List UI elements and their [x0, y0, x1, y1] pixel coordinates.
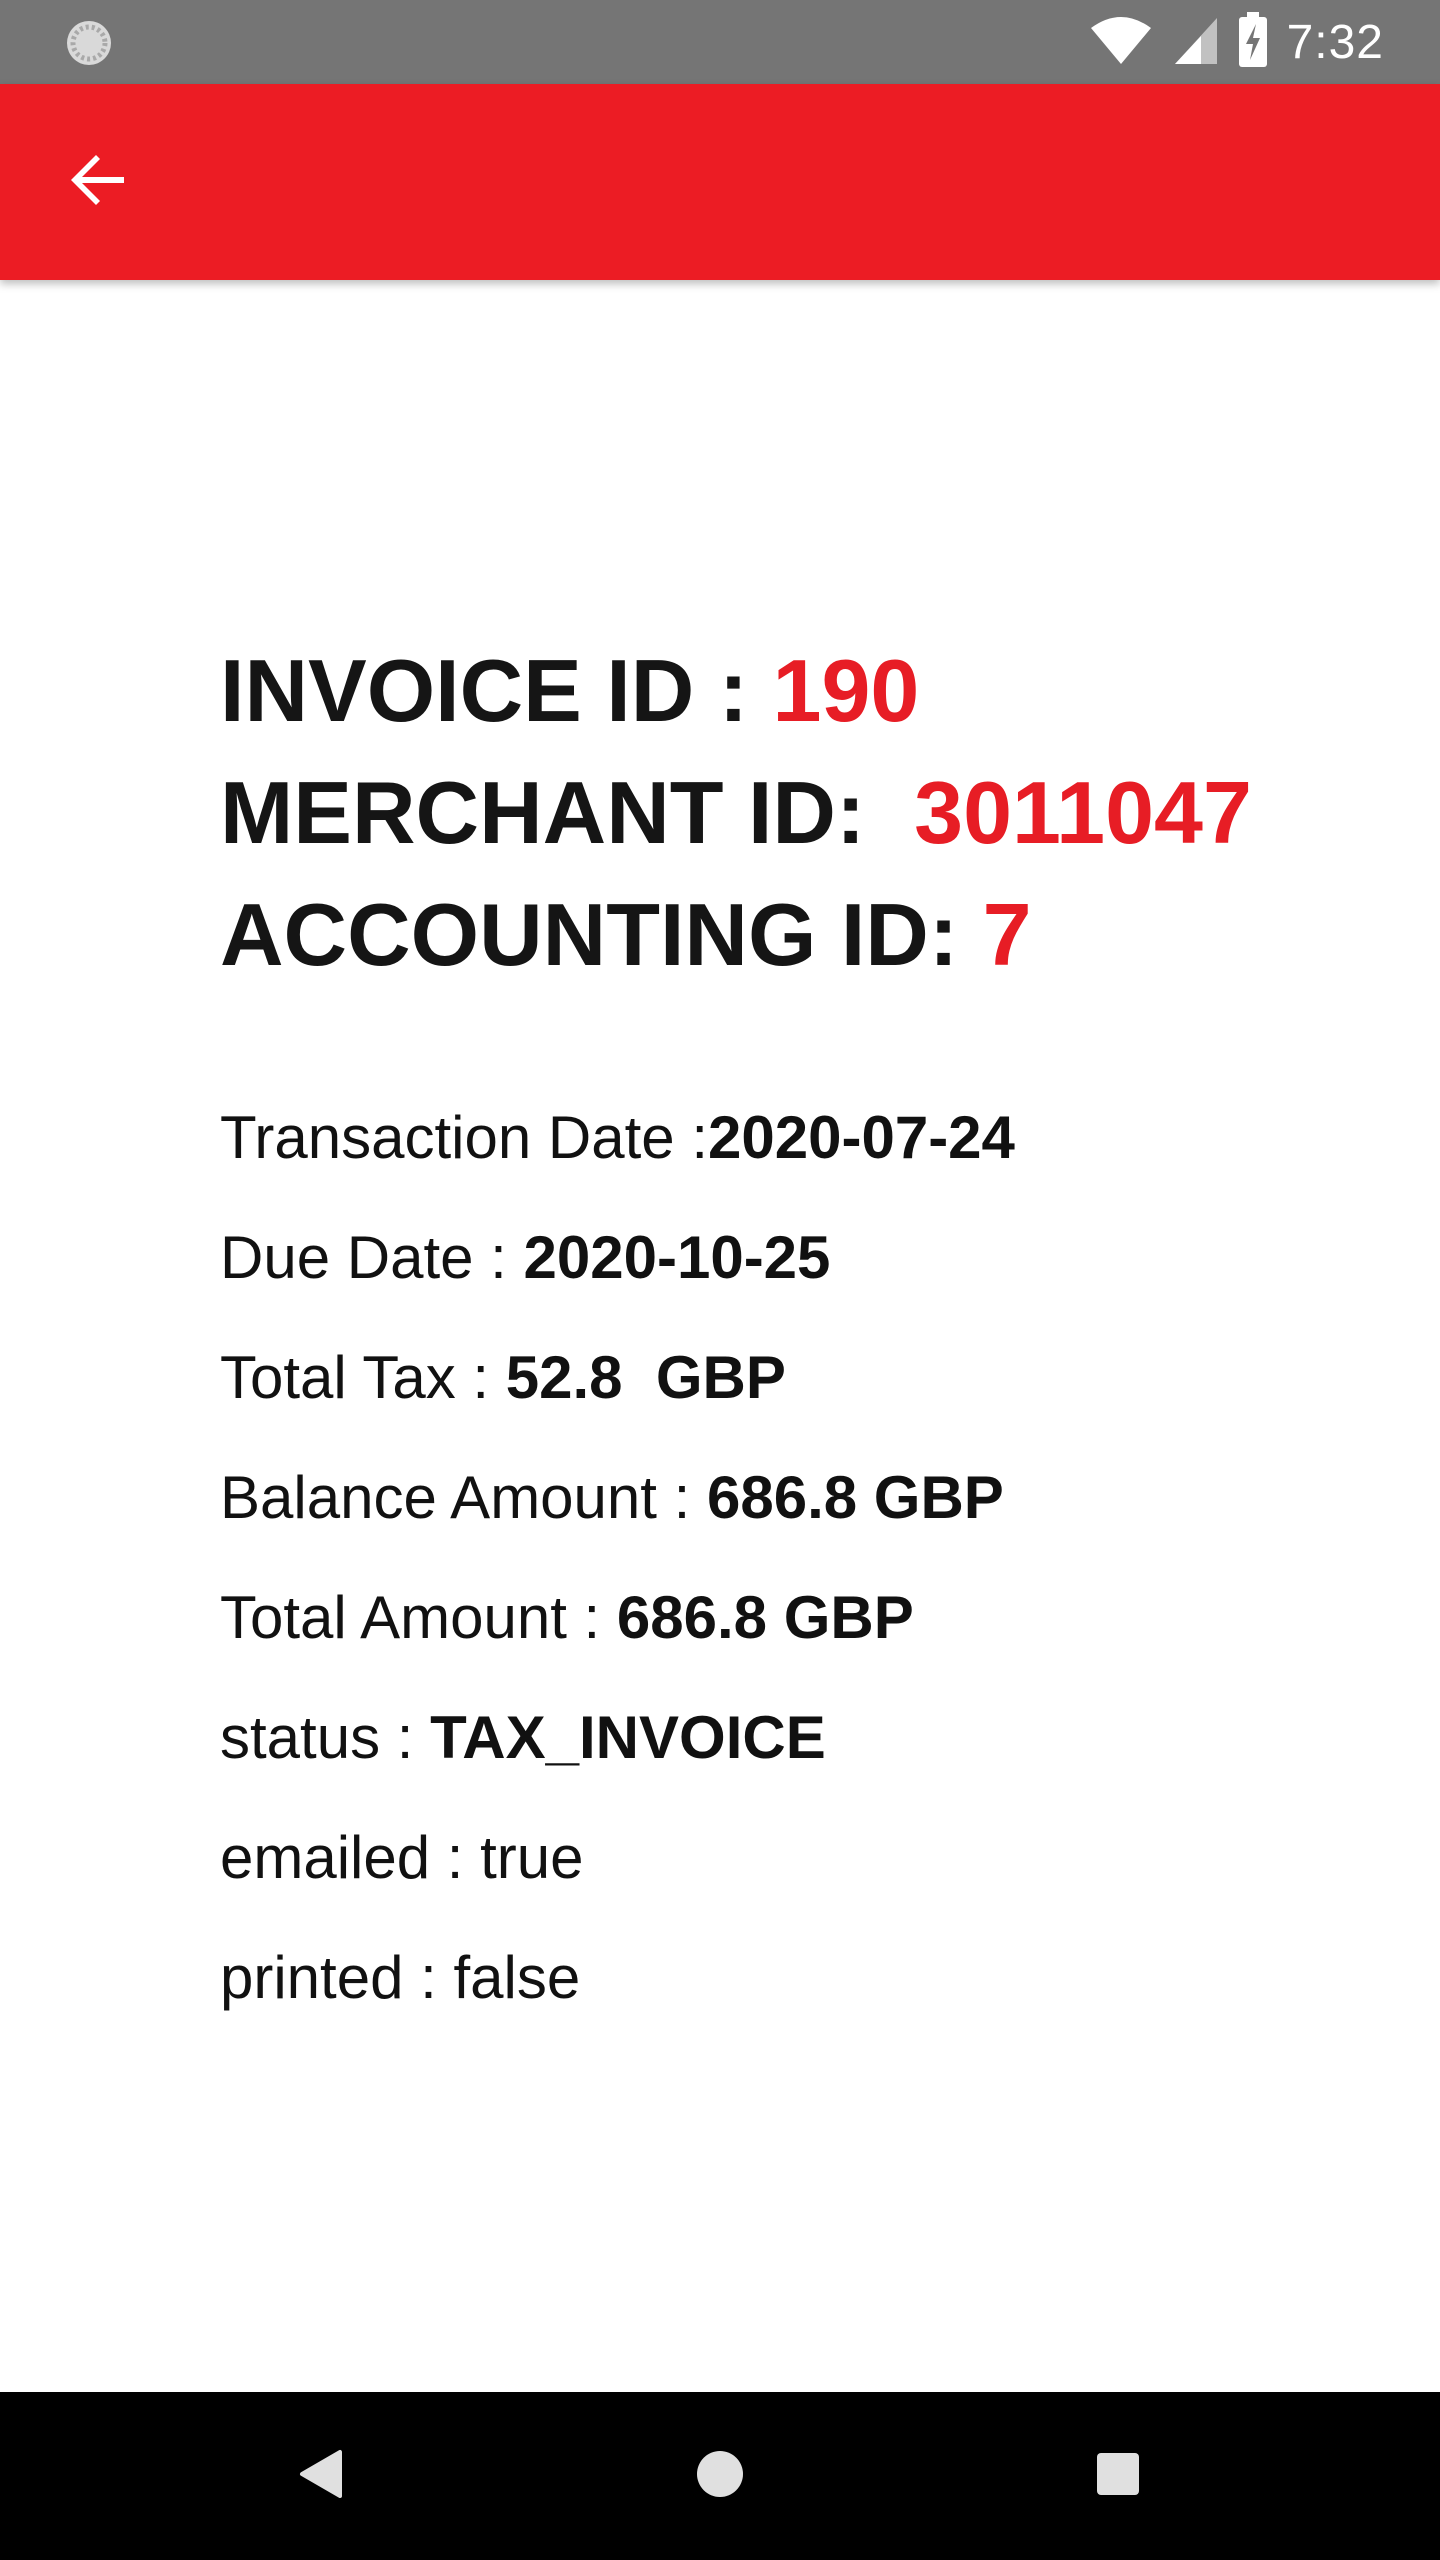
- accounting-id-value: 7: [982, 885, 1032, 984]
- nav-recents-button[interactable]: [1078, 2436, 1158, 2516]
- app-bar: [0, 84, 1440, 280]
- status-icons: 7:32: [1089, 11, 1384, 73]
- total-amount-row: Total Amount : 686.8 GBP: [220, 1558, 1360, 1678]
- status-value: TAX_INVOICE: [430, 1704, 826, 1771]
- loading-icon: [64, 18, 114, 68]
- emailed-row: emailed : true: [220, 1798, 1360, 1918]
- balance-amount-value: 686.8 GBP: [706, 1464, 1004, 1531]
- status-row: status : TAX_INVOICE: [220, 1678, 1360, 1798]
- battery-charging-icon: [1237, 11, 1269, 73]
- arrow-back-icon: [66, 148, 130, 217]
- invoice-id-line: INVOICE ID : 190: [220, 630, 1360, 752]
- accounting-id-line: ACCOUNTING ID: 7: [220, 874, 1360, 996]
- wifi-icon: [1089, 14, 1153, 71]
- total-tax-value: 52.8 GBP: [505, 1344, 786, 1411]
- invoice-id-label: INVOICE ID :: [220, 641, 773, 740]
- signal-icon: [1171, 14, 1219, 71]
- merchant-id-value: 3011047: [914, 763, 1252, 862]
- invoice-id-value: 190: [772, 641, 920, 740]
- balance-amount-label: Balance Amount :: [220, 1464, 707, 1531]
- balance-amount-row: Balance Amount : 686.8 GBP: [220, 1438, 1360, 1558]
- printed-value: false: [453, 1944, 581, 2011]
- transaction-date-value: 2020-07-24: [708, 1104, 1015, 1171]
- total-tax-row: Total Tax : 52.8 GBP: [220, 1318, 1360, 1438]
- back-button[interactable]: [50, 134, 146, 230]
- invoice-header: INVOICE ID : 190 MERCHANT ID: 3011047 AC…: [220, 630, 1360, 996]
- nav-home-button[interactable]: [680, 2436, 760, 2516]
- printed-label: printed :: [220, 1944, 454, 2011]
- invoice-details: Transaction Date :2020-07-24 Due Date : …: [220, 1078, 1360, 2038]
- navigation-bar: [0, 2392, 1440, 2560]
- status-label: status :: [220, 1704, 431, 1771]
- clock-time: 7:32: [1286, 15, 1384, 69]
- back-triangle-icon: [296, 2448, 344, 2505]
- recents-square-icon: [1095, 2451, 1141, 2502]
- nav-back-button[interactable]: [280, 2436, 360, 2516]
- merchant-id-line: MERCHANT ID: 3011047: [220, 752, 1360, 874]
- status-bar: 7:32: [0, 0, 1440, 84]
- transaction-date-label: Transaction Date :: [220, 1104, 708, 1171]
- due-date-label: Due Date :: [220, 1224, 524, 1291]
- due-date-value: 2020-10-25: [523, 1224, 831, 1291]
- total-tax-label: Total Tax :: [220, 1344, 506, 1411]
- merchant-id-label: MERCHANT ID:: [220, 763, 915, 862]
- transaction-date-row: Transaction Date :2020-07-24: [220, 1078, 1360, 1198]
- total-amount-label: Total Amount :: [220, 1584, 617, 1651]
- home-circle-icon: [695, 2449, 745, 2504]
- emailed-label: emailed :: [220, 1824, 481, 1891]
- due-date-row: Due Date : 2020-10-25: [220, 1198, 1360, 1318]
- total-amount-value: 686.8 GBP: [616, 1584, 914, 1651]
- accounting-id-label: ACCOUNTING ID:: [220, 885, 983, 984]
- printed-row: printed : false: [220, 1918, 1360, 2038]
- emailed-value: true: [480, 1824, 584, 1891]
